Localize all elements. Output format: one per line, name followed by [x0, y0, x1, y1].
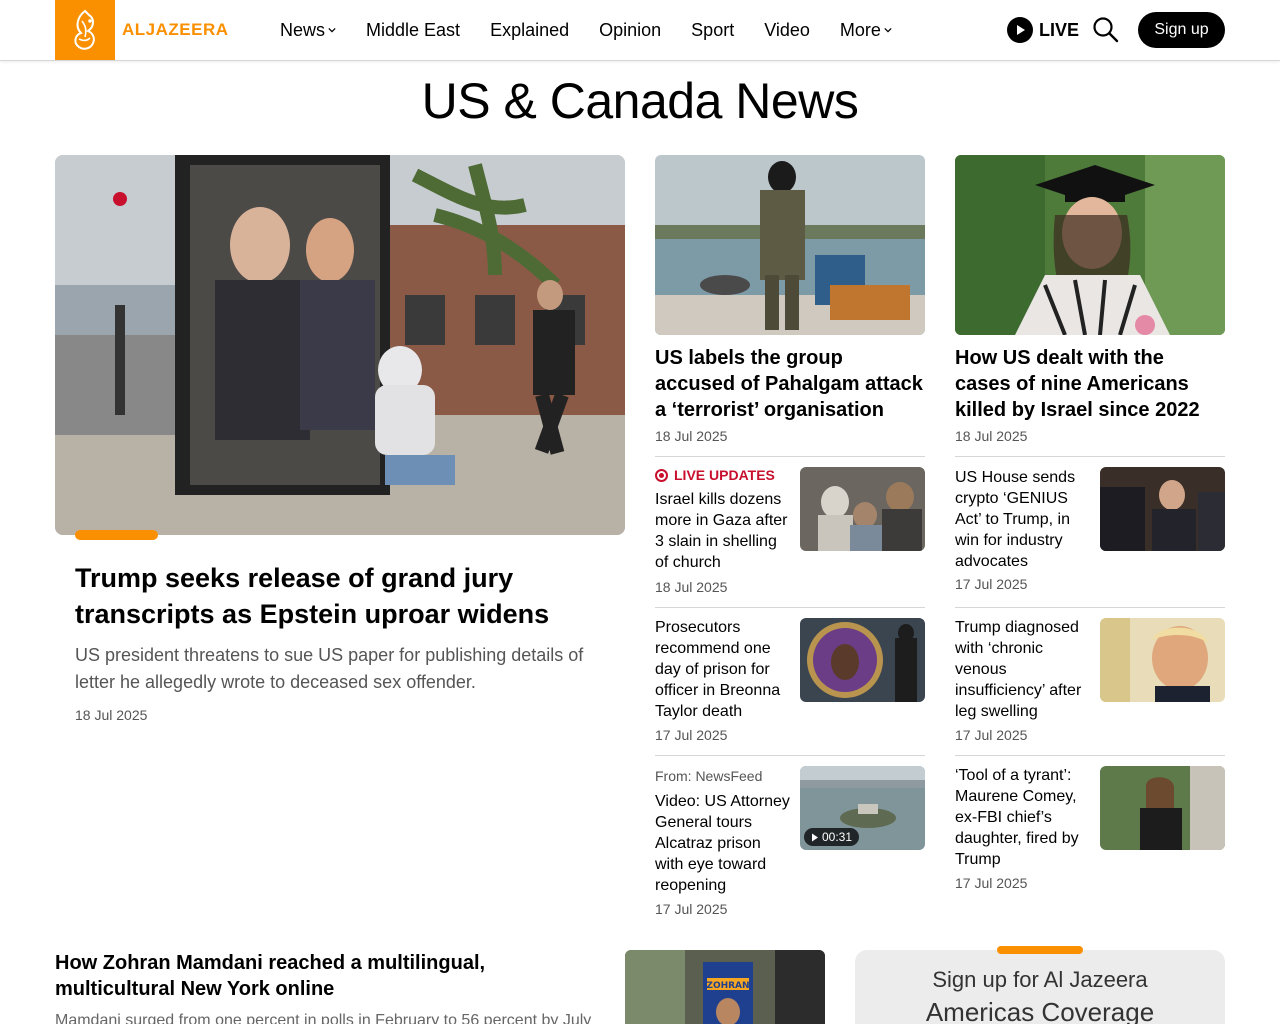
- story-thumb-breonna-taylor[interactable]: [800, 618, 925, 702]
- live-label: LIVE: [1039, 19, 1080, 40]
- nav-video-label: Video: [764, 19, 810, 40]
- story-title-trump-diagnosis[interactable]: Trump diagnosed with ‘chronic venous ins…: [955, 617, 1090, 722]
- story-thumb-trump-diagnosis[interactable]: [1100, 618, 1225, 702]
- live-updates-badge: LIVE UPDATES: [655, 467, 775, 483]
- video-duration-text: 00:31: [822, 830, 853, 844]
- story-summary-mamdani: Mamdani surged from one percent in polls…: [55, 1012, 592, 1024]
- story-date-pahalgam: 18 Jul 2025: [655, 428, 728, 444]
- story-date-breonna-taylor: 17 Jul 2025: [655, 727, 728, 743]
- story-thumb-genius-act[interactable]: [1100, 467, 1225, 551]
- divider: [655, 456, 925, 457]
- story-date-gaza-church: 18 Jul 2025: [655, 579, 728, 595]
- logo-wordmark[interactable]: ALJAZEERA: [122, 20, 229, 40]
- poster-text: ZOHRAN: [706, 981, 749, 991]
- story-title-americans-killed[interactable]: How US dealt with the cases of nine Amer…: [955, 345, 1225, 423]
- signup-button[interactable]: Sign up: [1138, 12, 1225, 48]
- divider: [955, 456, 1225, 457]
- aljazeera-logo-icon: [74, 9, 95, 50]
- newsletter-heading: Sign up for Al Jazeera: [932, 967, 1148, 992]
- hero-summary: US president threatens to sue US paper f…: [75, 645, 584, 692]
- story-title-alcatraz[interactable]: Video: US Attorney General tours Alcatra…: [655, 791, 790, 896]
- video-duration-badge: 00:31: [804, 828, 860, 846]
- story-thumb-alcatraz-video[interactable]: 00:31: [800, 766, 925, 850]
- page-title: US & Canada News: [421, 73, 859, 129]
- live-button[interactable]: LIVE: [1007, 17, 1079, 43]
- newsletter-accent-bar: [997, 946, 1083, 954]
- divider: [955, 755, 1225, 756]
- chevron-down-icon: [884, 27, 892, 33]
- nav-opinion[interactable]: Opinion: [599, 20, 661, 41]
- chevron-down-icon: [328, 27, 336, 33]
- nav-video[interactable]: Video: [764, 20, 810, 41]
- play-icon: [1007, 17, 1033, 43]
- nav-news-label: News: [280, 19, 326, 40]
- story-title-pahalgam[interactable]: US labels the group accused of Pahalgam …: [655, 345, 925, 423]
- story-image-americans-killed[interactable]: [955, 155, 1225, 335]
- nav-explained-label: Explained: [490, 19, 570, 40]
- story-title-gaza-church[interactable]: Israel kills dozens more in Gaza after 3…: [655, 489, 790, 573]
- hero-image[interactable]: [55, 155, 625, 535]
- story-date-trump-diagnosis: 17 Jul 2025: [955, 727, 1028, 743]
- story-title-maurene-comey[interactable]: ‘Tool of a tyrant’: Maurene Comey, ex-FB…: [955, 765, 1090, 870]
- nav-sport[interactable]: Sport: [691, 20, 734, 41]
- nav-sport-label: Sport: [691, 19, 735, 40]
- story-title-mamdani[interactable]: How Zohran Mamdani reached a multilingua…: [55, 950, 595, 1002]
- story-date-maurene-comey: 17 Jul 2025: [955, 875, 1028, 891]
- story-title-breonna-taylor[interactable]: Prosecutors recommend one day of prison …: [655, 617, 790, 722]
- live-updates-label: LIVE UPDATES: [674, 467, 775, 483]
- nav-opinion-label: Opinion: [599, 19, 662, 40]
- story-image-pahalgam[interactable]: [655, 155, 925, 335]
- divider: [955, 607, 1225, 608]
- story-thumb-gaza-church[interactable]: [800, 467, 925, 551]
- hero-headline[interactable]: Trump seeks release of grand jury transc…: [75, 560, 595, 632]
- aljazeera-logo[interactable]: [55, 0, 115, 60]
- nav-middle-east-label: Middle East: [366, 19, 461, 40]
- search-icon[interactable]: [1092, 16, 1120, 44]
- main-nav: News Middle East Explained Opinion Sport…: [280, 0, 922, 60]
- story-thumb-maurene-comey[interactable]: [1100, 766, 1225, 850]
- story-image-mamdani[interactable]: ZOHRAN: [625, 950, 825, 1024]
- site-header: ALJAZEERA News Middle East Explained Opi…: [0, 0, 1280, 61]
- divider: [655, 755, 925, 756]
- from-newsfeed-label: From: NewsFeed: [655, 768, 763, 784]
- play-icon: [812, 833, 818, 841]
- story-date-genius-act: 17 Jul 2025: [955, 576, 1028, 592]
- nav-more-label: More: [839, 19, 881, 40]
- newsletter-subheading: Americas Coverage: [925, 997, 1155, 1024]
- nav-explained[interactable]: Explained: [490, 20, 569, 41]
- nav-news[interactable]: News: [280, 20, 336, 41]
- story-title-genius-act[interactable]: US House sends crypto ‘GENIUS Act’ to Tr…: [955, 467, 1090, 572]
- hero-accent-bar: [75, 530, 158, 540]
- live-dot-icon: [655, 468, 668, 482]
- story-date-americans-killed: 18 Jul 2025: [955, 428, 1028, 444]
- story-date-alcatraz: 17 Jul 2025: [655, 901, 728, 917]
- nav-more[interactable]: More: [840, 20, 892, 41]
- divider: [655, 607, 925, 608]
- hero-date: 18 Jul 2025: [75, 707, 148, 723]
- nav-middle-east[interactable]: Middle East: [366, 20, 460, 41]
